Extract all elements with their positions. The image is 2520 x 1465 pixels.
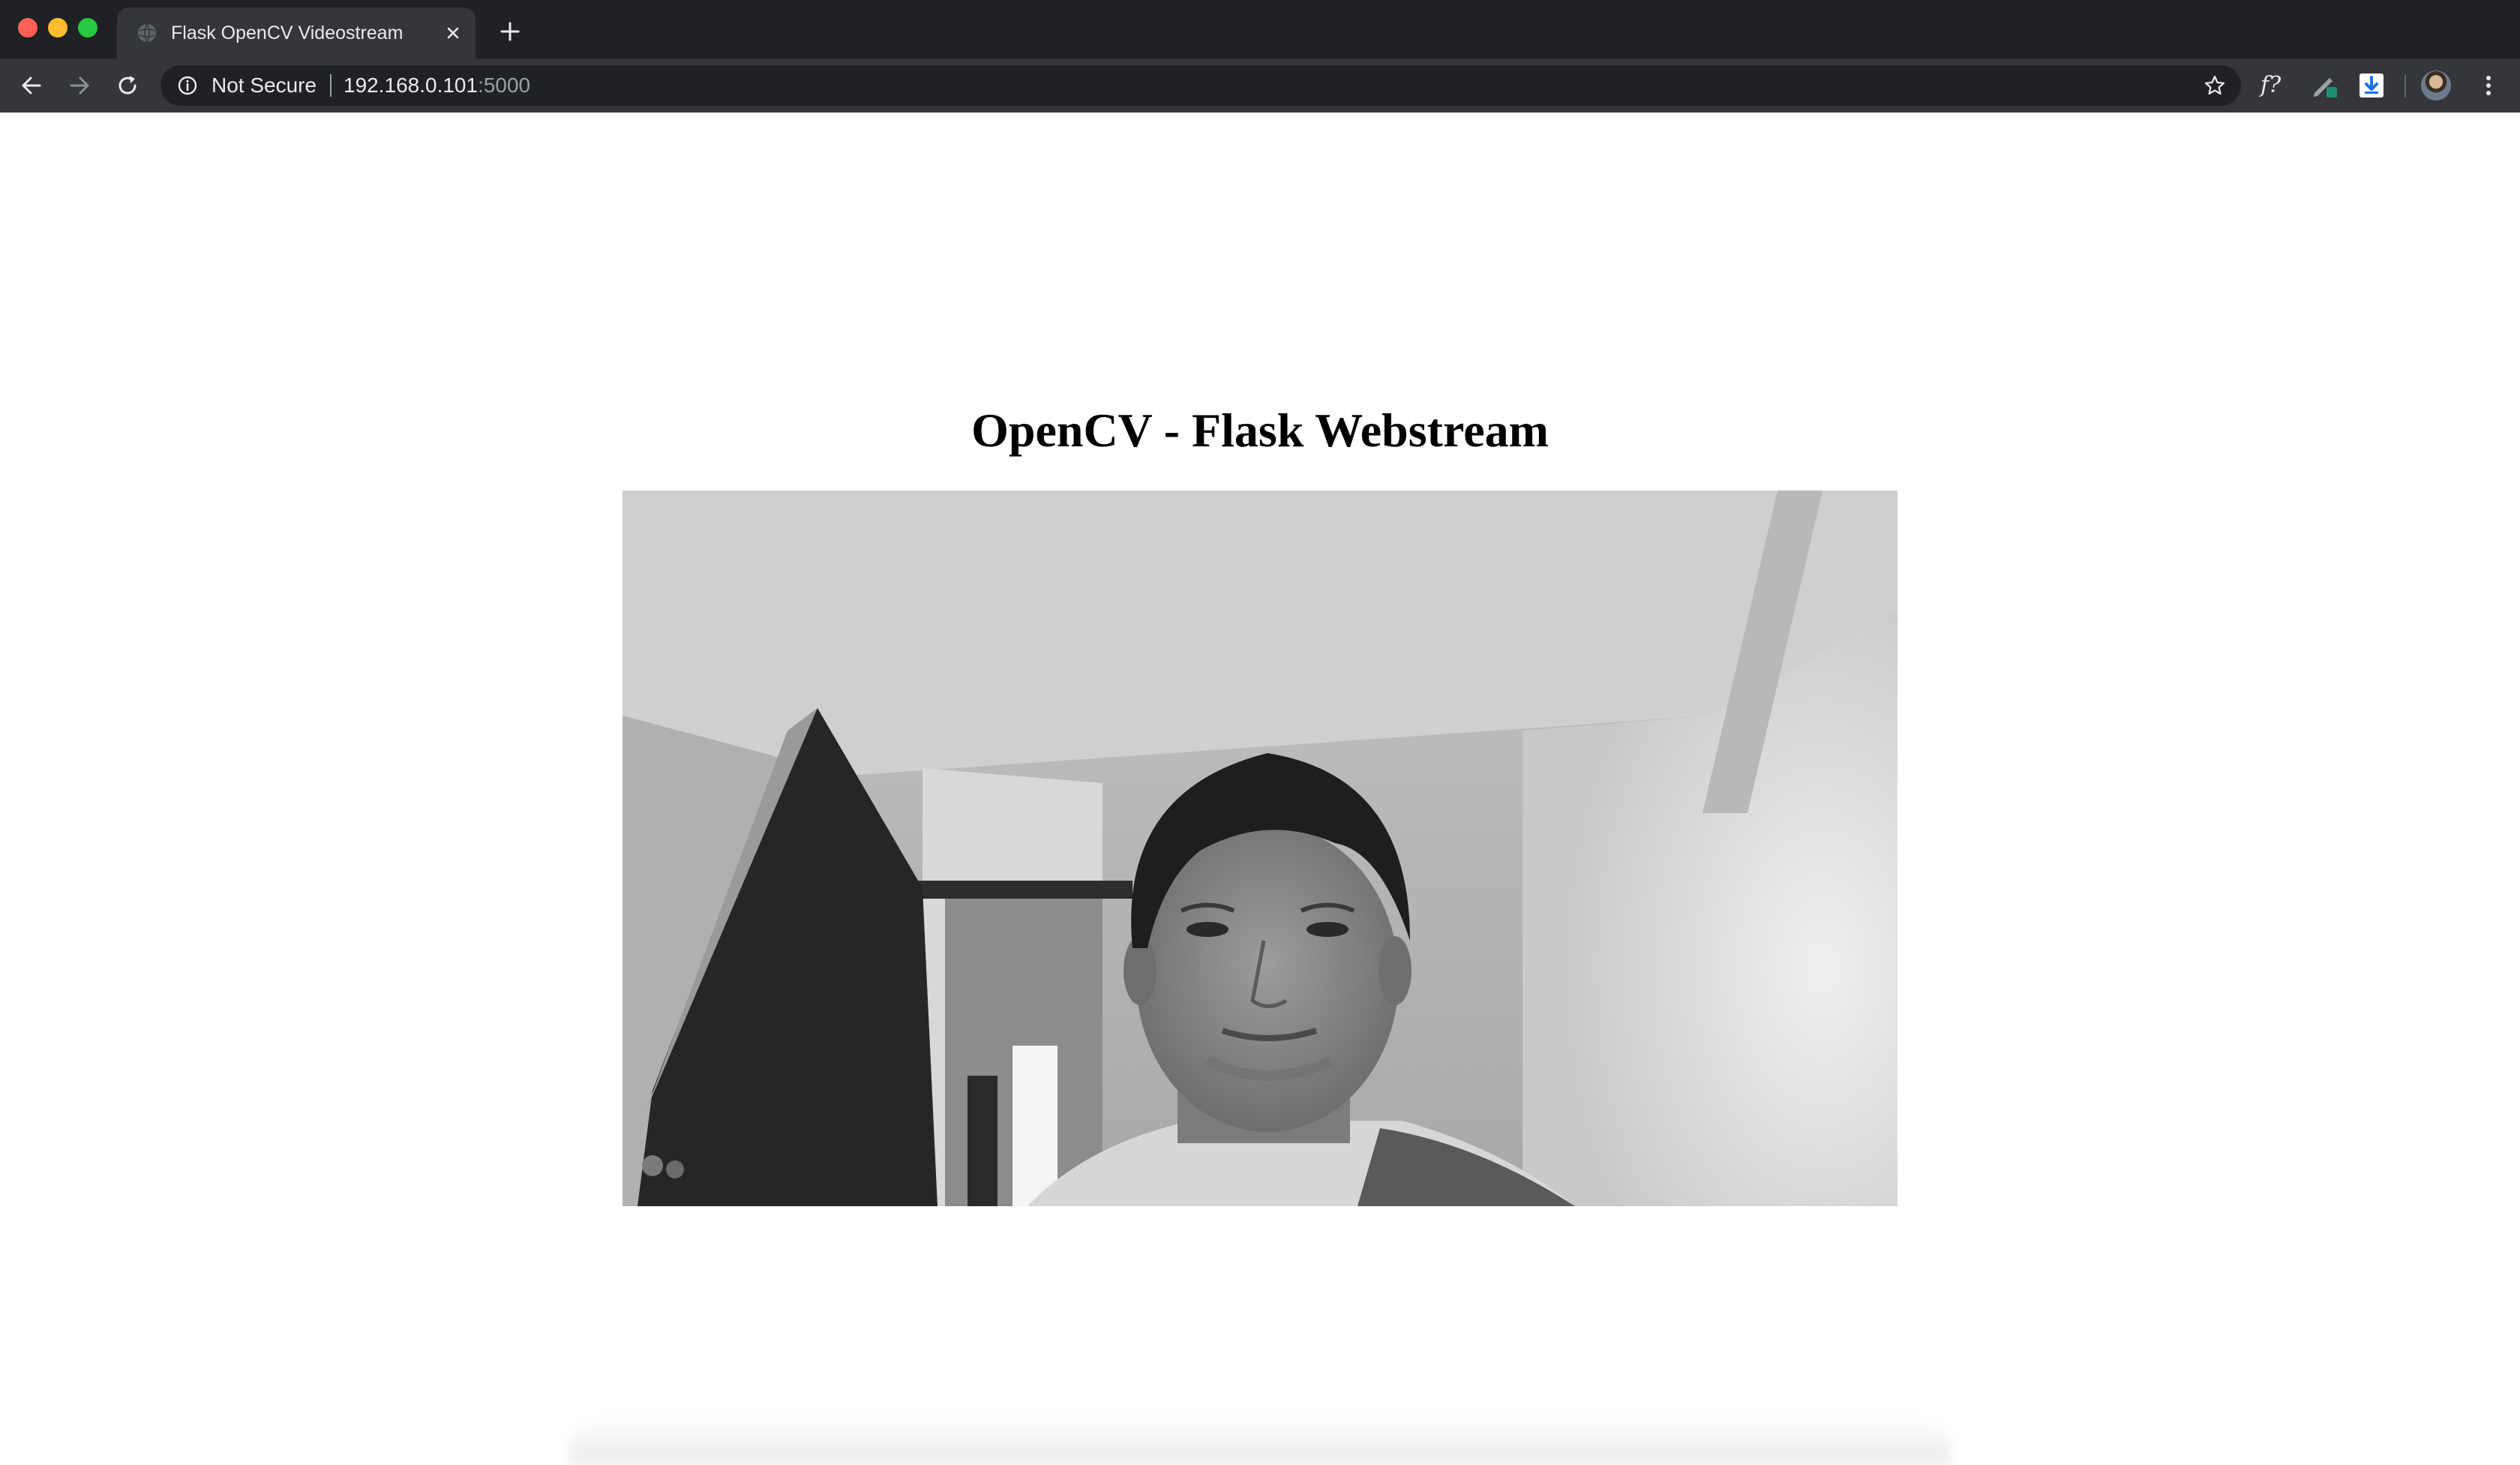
video-stream — [622, 491, 1898, 1206]
formula-extension-icon[interactable]: f? — [2260, 72, 2290, 99]
url-port: :5000 — [478, 74, 531, 97]
kebab-menu-icon[interactable] — [2475, 72, 2502, 99]
url-host: 192.168.0.101 — [344, 74, 478, 97]
star-icon[interactable] — [2204, 74, 2226, 97]
page-content: OpenCV - Flask Webstream — [0, 113, 2520, 1465]
arrow-left-icon[interactable] — [18, 72, 45, 99]
globe-icon — [138, 23, 156, 43]
window-close-button[interactable] — [18, 18, 38, 38]
browser-tab[interactable]: Flask OpenCV Videostream — [117, 8, 476, 59]
address-bar[interactable]: Not Secure 192.168.0.101:5000 — [160, 65, 2241, 106]
security-status[interactable]: Not Secure — [212, 74, 316, 98]
arrow-right-icon[interactable] — [66, 72, 93, 99]
toolbar-divider — [2404, 75, 2406, 98]
avatar[interactable] — [2421, 71, 2451, 101]
download-icon[interactable] — [2358, 72, 2385, 99]
close-icon[interactable] — [442, 23, 464, 44]
tab-title: Flask OpenCV Videostream — [171, 23, 404, 44]
url-text[interactable]: 192.168.0.101:5000 — [344, 74, 530, 98]
info-icon[interactable] — [177, 75, 198, 96]
browser-titlebar: Flask OpenCV Videostream — [0, 0, 2520, 59]
reload-icon[interactable] — [114, 72, 141, 99]
page-title: OpenCV - Flask Webstream — [971, 404, 1549, 457]
window-zoom-button[interactable] — [78, 18, 98, 38]
omnibox-divider — [330, 74, 332, 97]
window-minimize-button[interactable] — [48, 18, 68, 38]
pen-icon[interactable] — [2310, 72, 2340, 99]
plus-icon[interactable] — [498, 20, 522, 44]
page-bottom-shadow — [570, 1418, 1950, 1465]
browser-toolbar: Not Secure 192.168.0.101:5000 f? — [0, 59, 2520, 113]
